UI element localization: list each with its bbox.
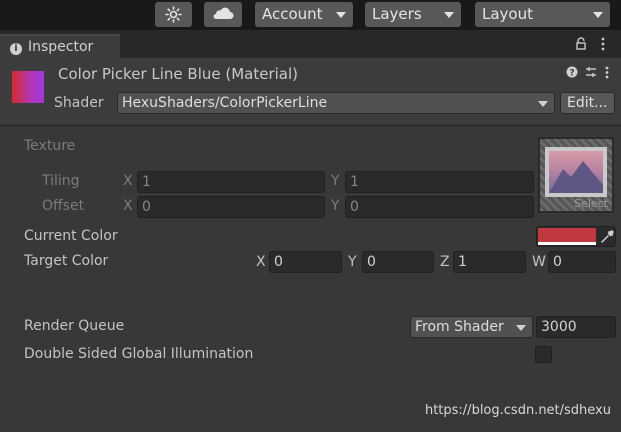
render-queue-label: Render Queue xyxy=(24,318,125,334)
target-z-field[interactable]: 1 xyxy=(453,251,526,273)
account-dropdown[interactable]: Account xyxy=(255,2,353,27)
target-x-field[interactable]: 0 xyxy=(269,251,342,273)
layout-label: Layout xyxy=(482,5,533,23)
tab-inspector[interactable]: i Inspector xyxy=(0,34,120,58)
material-header: Color Picker Line Blue (Material) ? Shad… xyxy=(0,58,621,126)
select-texture-label[interactable]: Select xyxy=(574,197,608,210)
edit-shader-label: Edit... xyxy=(567,95,608,111)
offset-y-axis: Y xyxy=(331,198,340,214)
kebab-menu-icon[interactable] xyxy=(604,66,610,79)
current-color-field[interactable] xyxy=(536,226,616,247)
render-queue-mode-value: From Shader xyxy=(415,319,504,335)
account-label: Account xyxy=(262,5,323,23)
target-z-axis: Z xyxy=(440,254,450,270)
shader-dropdown[interactable]: HexuShaders/ColorPickerLine xyxy=(117,92,555,114)
alpha-bar xyxy=(538,242,596,245)
tiling-y-axis: Y xyxy=(331,173,340,189)
edit-shader-button[interactable]: Edit... xyxy=(560,92,615,114)
tiling-y-field[interactable]: 1 xyxy=(345,171,534,193)
collab-button[interactable] xyxy=(155,2,192,27)
offset-x-axis: X xyxy=(123,198,133,214)
material-name: Color Picker Line Blue (Material) xyxy=(58,65,299,83)
texture-thumbnail[interactable]: Select xyxy=(538,137,614,213)
chevron-down-icon xyxy=(516,325,526,331)
eyedropper-icon[interactable] xyxy=(599,229,615,245)
top-toolbar: Account Layers Layout xyxy=(0,0,621,30)
offset-x-field[interactable]: 0 xyxy=(137,196,325,218)
render-queue-mode-dropdown[interactable]: From Shader xyxy=(410,316,533,338)
target-color-label: Target Color xyxy=(24,253,109,269)
offset-y-field[interactable]: 0 xyxy=(345,196,534,218)
material-icon xyxy=(12,71,44,103)
current-color-swatch[interactable] xyxy=(538,228,596,242)
double-sided-gi-checkbox[interactable] xyxy=(535,346,552,363)
info-icon: i xyxy=(10,43,22,55)
tab-inspector-label: Inspector xyxy=(28,39,94,55)
preset-icon[interactable] xyxy=(585,66,597,78)
chevron-down-icon xyxy=(593,12,603,18)
cloud-icon xyxy=(213,7,234,20)
render-queue-value-field[interactable]: 3000 xyxy=(536,316,616,338)
target-x-axis: X xyxy=(256,254,266,270)
tiling-x-field[interactable]: 1 xyxy=(137,171,325,193)
cloud-button[interactable] xyxy=(204,2,242,27)
svg-text:?: ? xyxy=(569,69,574,79)
chevron-down-icon xyxy=(538,101,548,107)
lock-icon[interactable] xyxy=(575,37,587,50)
tiling-label: Tiling xyxy=(42,173,80,189)
mountain-icon xyxy=(549,161,603,193)
chevron-down-icon xyxy=(336,12,346,18)
target-y-axis: Y xyxy=(348,254,357,270)
target-w-field[interactable]: 0 xyxy=(548,251,616,273)
shader-label: Shader xyxy=(54,95,104,111)
double-sided-gi-label: Double Sided Global Illumination xyxy=(24,346,254,362)
tiling-x-axis: X xyxy=(123,173,133,189)
layout-dropdown[interactable]: Layout xyxy=(475,2,610,27)
chevron-down-icon xyxy=(444,12,454,18)
watermark-url: https://blog.csdn.net/sdhexu xyxy=(424,403,611,418)
target-y-field[interactable]: 0 xyxy=(362,251,434,273)
collab-icon xyxy=(165,6,182,23)
tab-bar: i Inspector xyxy=(0,30,621,58)
layers-label: Layers xyxy=(372,5,422,23)
layers-dropdown[interactable]: Layers xyxy=(365,2,461,27)
target-w-axis: W xyxy=(532,254,546,270)
kebab-menu-icon[interactable] xyxy=(600,37,606,51)
help-icon[interactable]: ? xyxy=(566,66,578,78)
texture-label: Texture xyxy=(24,138,76,154)
current-color-label: Current Color xyxy=(24,228,118,244)
shader-value: HexuShaders/ColorPickerLine xyxy=(122,95,328,111)
texture-preview-image xyxy=(545,147,607,197)
offset-label: Offset xyxy=(42,198,85,214)
